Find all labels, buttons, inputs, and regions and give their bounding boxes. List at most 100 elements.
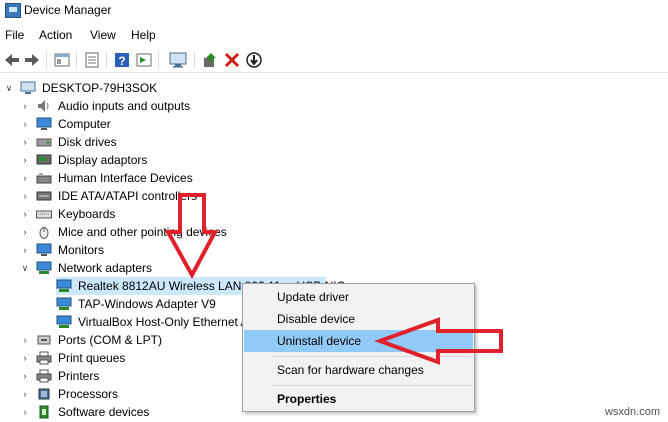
update-driver-icon[interactable]	[200, 50, 220, 70]
mouse-icon	[36, 225, 52, 239]
speaker-icon	[36, 99, 52, 113]
tree-item-label: Keyboards	[58, 207, 116, 221]
menu-action[interactable]: Action	[39, 28, 72, 42]
uninstall-icon[interactable]	[222, 50, 242, 70]
cpu-icon	[36, 387, 52, 401]
chevron-right-icon[interactable]: ›	[20, 173, 30, 183]
tree-item-mice[interactable]: › Mice and other pointing devices	[20, 223, 227, 241]
computer-icon	[36, 117, 52, 131]
list-icon[interactable]	[82, 50, 102, 70]
menu-help[interactable]: Help	[131, 28, 156, 42]
tree-item-label: Software devices	[58, 405, 150, 419]
tree-item-disk[interactable]: › Disk drives	[20, 133, 117, 151]
chevron-right-icon[interactable]: ›	[20, 155, 30, 165]
chevron-right-icon[interactable]: ›	[20, 353, 30, 363]
root-label: DESKTOP-79H3SOK	[42, 81, 158, 95]
chevron-right-icon[interactable]: ›	[20, 407, 30, 417]
network-adapter-icon	[56, 297, 72, 311]
chevron-right-icon[interactable]: ›	[20, 245, 30, 255]
tree-item-software[interactable]: › Software devices	[20, 403, 150, 421]
tree-item-label: Ports (COM & LPT)	[58, 333, 163, 347]
tree-item-ports[interactable]: › Ports (COM & LPT)	[20, 331, 163, 349]
chevron-right-icon[interactable]: ›	[20, 371, 30, 381]
port-icon	[36, 333, 52, 347]
tree-item-label: Display adaptors	[58, 153, 148, 167]
tree-item-label: Print queues	[58, 351, 126, 365]
chevron-right-icon[interactable]: ›	[20, 137, 30, 147]
network-adapter-icon	[56, 279, 72, 293]
tree-item-label: VirtualBox Host-Only Ethernet Adapter	[78, 315, 242, 329]
tree-item-audio[interactable]: › Audio inputs and outputs	[20, 97, 191, 115]
forward-arrow-icon[interactable]	[22, 50, 42, 70]
help-icon[interactable]: ?	[112, 50, 132, 70]
tree-item-virtualbox[interactable]: VirtualBox Host-Only Ethernet Adapter	[56, 313, 242, 331]
tree-item-network[interactable]: ∨ Network adapters	[20, 259, 152, 277]
chevron-right-icon[interactable]: ›	[20, 191, 30, 201]
menu-bar: File Action View Help	[0, 25, 668, 45]
chevron-right-icon[interactable]: ›	[20, 389, 30, 399]
keyboard-icon	[36, 207, 52, 221]
back-arrow-icon[interactable]	[2, 50, 22, 70]
tree-item-label: Printers	[58, 369, 100, 383]
chevron-right-icon[interactable]: ›	[20, 101, 30, 111]
hid-icon	[36, 171, 52, 185]
tree-item-label: Monitors	[58, 243, 105, 257]
menu-properties[interactable]: Properties	[244, 388, 473, 410]
disk-icon	[36, 135, 52, 149]
device-manager-icon	[5, 3, 21, 18]
tree-item-computer[interactable]: › Computer	[20, 115, 111, 133]
printer-icon	[36, 369, 52, 383]
computer-icon	[20, 81, 36, 95]
tree-item-hid[interactable]: › Human Interface Devices	[20, 169, 193, 187]
tree-item-label: Audio inputs and outputs	[58, 99, 191, 113]
tree-item-label: TAP-Windows Adapter V9	[78, 297, 216, 311]
display-icon	[36, 153, 52, 167]
menu-separator	[271, 356, 471, 357]
tree-item-label: Human Interface Devices	[58, 171, 193, 185]
chevron-right-icon[interactable]: ›	[20, 119, 30, 129]
menu-separator	[271, 385, 471, 386]
monitor-icon[interactable]	[168, 50, 188, 70]
context-menu: Update driver Disable device Uninstall d…	[242, 283, 475, 412]
tree-item-display[interactable]: › Display adaptors	[20, 151, 148, 169]
tree-item-label: Processors	[58, 387, 119, 401]
software-icon	[36, 405, 52, 419]
tree-item-processors[interactable]: › Processors	[20, 385, 119, 403]
chevron-right-icon[interactable]: ›	[20, 227, 30, 237]
chevron-right-icon[interactable]: ›	[20, 335, 30, 345]
tree-item-keyboards[interactable]: › Keyboards	[20, 205, 116, 223]
tree-item-label: Computer	[58, 117, 111, 131]
tree-item-label: IDE ATA/ATAPI controllers	[58, 189, 198, 203]
menu-uninstall-device[interactable]: Uninstall device	[244, 330, 473, 352]
properties-icon[interactable]	[52, 50, 72, 70]
tree-item-label: Network adapters	[58, 261, 153, 275]
svg-text:?: ?	[118, 54, 125, 68]
watermark: wsxdn.com	[604, 406, 660, 418]
menu-scan-hardware[interactable]: Scan for hardware changes	[244, 359, 473, 381]
tree-item-label: Disk drives	[58, 135, 117, 149]
download-icon[interactable]	[244, 50, 264, 70]
menu-view[interactable]: View	[90, 28, 116, 42]
network-adapter-icon	[56, 315, 72, 329]
toolbar: ?	[0, 48, 668, 73]
menu-file[interactable]: File	[5, 28, 24, 42]
chevron-down-icon[interactable]: ∨	[20, 263, 30, 273]
monitor-icon	[36, 243, 52, 257]
tree-item-ide[interactable]: › IDE ATA/ATAPI controllers	[20, 187, 198, 205]
menu-disable-device[interactable]: Disable device	[244, 308, 473, 330]
menu-update-driver[interactable]: Update driver	[244, 286, 473, 308]
tree-item-monitors[interactable]: › Monitors	[20, 241, 105, 259]
network-icon	[36, 261, 52, 275]
view-icon[interactable]	[134, 50, 154, 70]
title-bar: Device Manager	[0, 0, 668, 22]
window-title: Device Manager	[24, 3, 112, 17]
tree-item-printers[interactable]: › Printers	[20, 367, 100, 385]
chevron-down-icon[interactable]: ∨	[4, 83, 14, 93]
tree-item-print-queues[interactable]: › Print queues	[20, 349, 126, 367]
printer-icon	[36, 351, 52, 365]
tree-root[interactable]: ∨ DESKTOP-79H3SOK	[4, 79, 157, 97]
tree-item-tap[interactable]: TAP-Windows Adapter V9	[56, 295, 216, 313]
ide-icon	[36, 189, 52, 203]
chevron-right-icon[interactable]: ›	[20, 209, 30, 219]
tree-item-label: Mice and other pointing devices	[58, 225, 227, 239]
